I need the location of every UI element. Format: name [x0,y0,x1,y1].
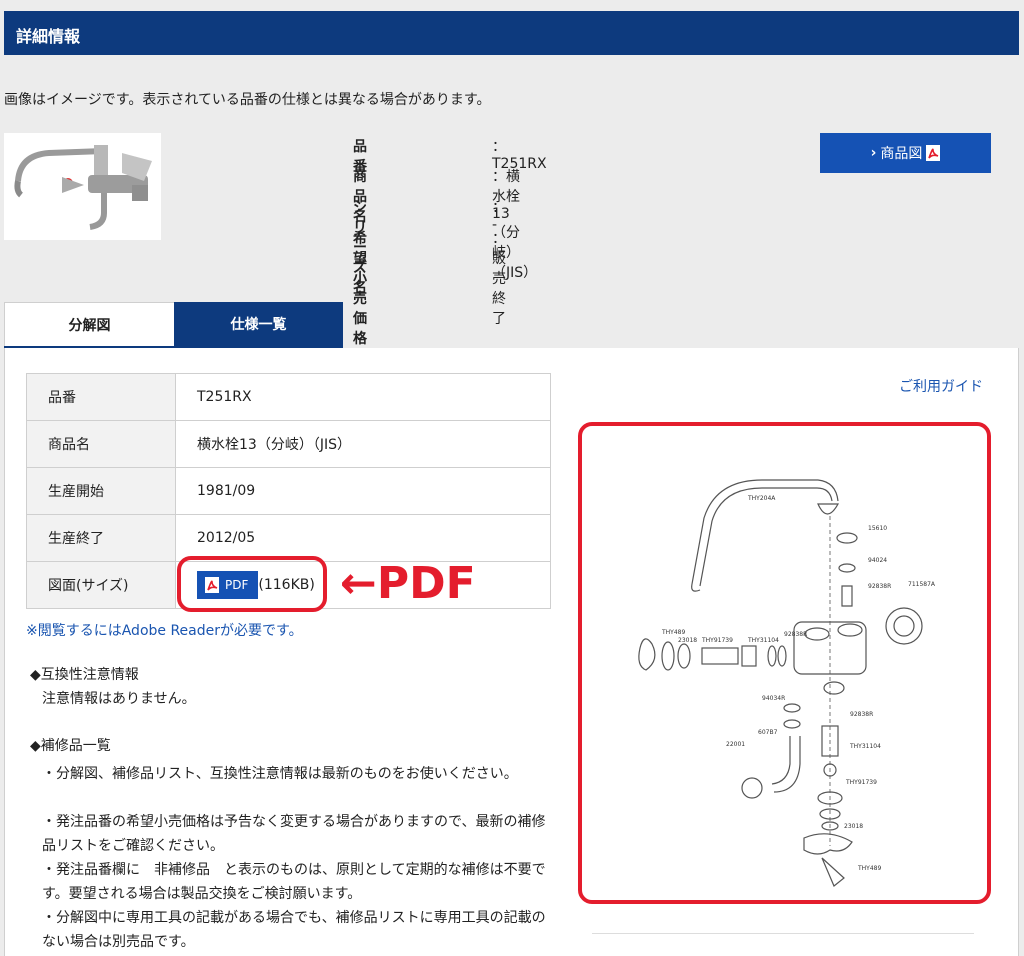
usage-guide-link[interactable]: ご利用ガイド [899,376,983,396]
table-value: T251RX [175,373,551,421]
part-label: 23018 [678,637,697,644]
product-image [4,133,161,240]
section-header: 詳細情報 [4,11,1019,55]
part-label: 92838R [784,631,807,638]
parts-line: ・分解図中に専用工具の記載がある場合でも、補修品リストに専用工具の記載のない場合… [42,910,546,950]
table-row: 生産開始 1981/09 [26,467,551,515]
table-row: 生産終了 2012/05 [26,514,551,562]
parts-heading: ◆補修品一覧 [30,738,111,754]
parts-line: ・分解図、補修品リスト、互換性注意情報は最新のものをお使いください。 [42,766,518,782]
annotation-arrow-pdf: ←PDF [340,558,476,609]
part-label: THY489 [661,629,685,636]
part-label: 15610 [868,525,887,532]
image-notice: 画像はイメージです。表示されている品番の仕様とは異なる場合があります。 [4,92,491,108]
part-label: THY91739 [701,637,733,644]
part-label: 92838R [868,583,891,590]
part-label: 607B7 [758,729,778,736]
part-label: THY91739 [845,779,877,786]
part-label: 711587A [908,581,936,588]
part-label: THY31104 [747,637,779,644]
part-label: 23018 [844,823,863,830]
table-label: 品番 [26,373,176,421]
product-diagram-button[interactable]: › 商品図 [820,133,991,173]
parts-line: ・発注品番の希望小売価格は予告なく変更する場合がありますので、最新の補修品リスト… [42,814,546,854]
tab-spec-list[interactable]: 仕様一覧 [174,302,343,346]
part-label: 94024 [868,557,887,564]
highlight-oval [177,556,327,612]
part-label: THY204A [747,495,776,502]
divider [592,933,974,934]
part-label: 22001 [726,741,745,748]
exploded-diagram[interactable]: THY204A 15610 94024 92838R 711587A THY48… [578,422,991,904]
part-label: THY489 [857,865,881,872]
compat-heading: ◆互換性注意情報 [30,667,139,683]
part-label: 94034R [762,695,785,702]
table-value: 横水栓13（分岐）（JIS） [175,420,551,468]
table-label: 生産開始 [26,467,176,515]
table-row: 品番 T251RX [26,373,551,421]
table-label: 生産終了 [26,514,176,562]
table-label: 図面(サイズ) [26,561,176,609]
chevron-right-icon: › [870,145,877,161]
compat-text: 注意情報はありません。 [42,691,196,707]
pdf-icon [926,145,941,161]
tab-exploded-view[interactable]: 分解図 [4,302,174,346]
table-value: 1981/09 [175,467,551,515]
parts-line: ・発注品番欄に 非補修品 と表示のものは、原則として定期的な補修は不要です。要望… [42,862,546,902]
adobe-reader-note: ※閲覧するにはAdobe Readerが必要です。 [26,623,303,639]
table-label: 商品名 [26,420,176,468]
exploded-diagram-drawing: THY204A 15610 94024 92838R 711587A THY48… [638,479,936,887]
section-title: 詳細情報 [16,27,81,46]
part-label: THY31104 [849,743,881,750]
table-value: 2012/05 [175,514,551,562]
product-diagram-label: 商品図 [880,146,923,162]
table-row: 商品名 横水栓13（分岐）（JIS） [26,420,551,468]
part-label: 92838R [850,711,873,718]
